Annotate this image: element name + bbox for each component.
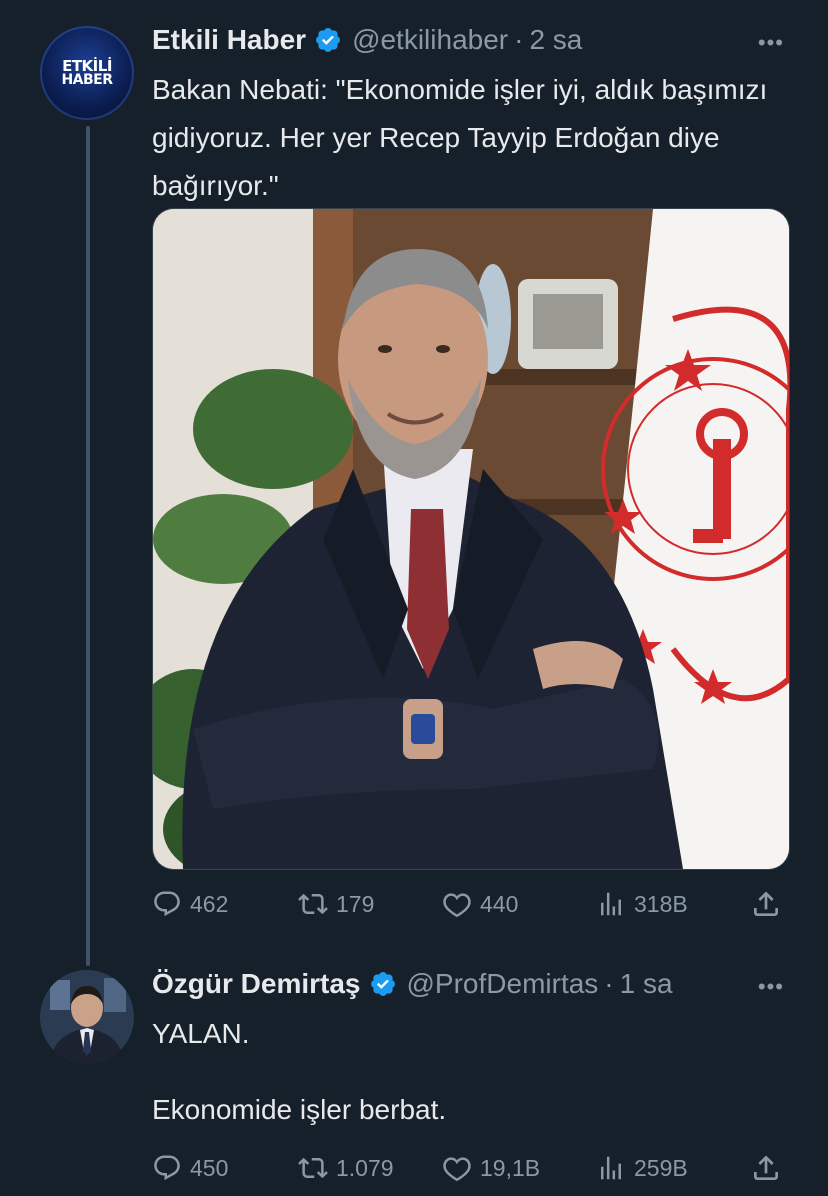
reply-count: 462: [190, 890, 229, 917]
reply-button[interactable]: 462: [152, 884, 228, 924]
views-button[interactable]: 259B: [596, 1148, 688, 1188]
verified-badge-icon: [370, 972, 395, 996]
avatar-photo: [40, 970, 134, 1064]
tweet-header: Etkili Haber @etkilihaber · 2 sa: [152, 24, 582, 56]
separator-dot: ·: [514, 24, 524, 55]
tweet-actions: 462 179 440 318B: [152, 884, 792, 924]
retweet-icon: [298, 1157, 328, 1179]
like-button[interactable]: 19,1B: [442, 1148, 540, 1188]
tweet-photo[interactable]: [152, 208, 790, 870]
views-button[interactable]: 318B: [596, 884, 688, 924]
like-icon: [443, 1157, 471, 1182]
retweet-button[interactable]: 179: [298, 884, 374, 924]
like-icon: [443, 893, 471, 918]
tweet-actions: 450 1.079 19,1B 259B: [152, 1148, 792, 1188]
author-handle[interactable]: @ProfDemirtas: [407, 968, 599, 1000]
separator-dot: ·: [604, 968, 614, 999]
avatar-etkili-haber[interactable]: ETKİLİ HABER: [40, 26, 134, 120]
reply-icon: [154, 891, 180, 917]
author-handle[interactable]: @etkilihaber: [352, 24, 508, 56]
share-button[interactable]: [750, 884, 790, 924]
views-icon: [601, 892, 621, 916]
tweet-text-line1: YALAN.: [152, 1018, 250, 1049]
tweet-time[interactable]: 2 sa: [529, 24, 582, 56]
views-icon: [601, 1156, 621, 1180]
avatar-ozgur-demirtas[interactable]: [40, 970, 134, 1064]
reply-icon: [154, 1155, 180, 1181]
share-button[interactable]: [750, 1148, 790, 1188]
tweet-time[interactable]: 1 sa: [620, 968, 673, 1000]
like-button[interactable]: 440: [442, 884, 518, 924]
like-count: 19,1B: [480, 1154, 541, 1181]
retweet-count: 179: [336, 890, 375, 917]
share-icon: [754, 1155, 778, 1180]
reply-count: 450: [190, 1154, 229, 1181]
more-icon[interactable]: •••: [758, 974, 784, 1000]
verified-badge-icon: [316, 28, 341, 52]
avatar-logo-bottom: HABER: [61, 72, 113, 88]
view-count: 259B: [634, 1154, 688, 1181]
retweet-count: 1.079: [336, 1154, 394, 1181]
author-name[interactable]: Özgür Demirtaş: [152, 968, 361, 1000]
avatar-logo-top: ETKİLİ: [62, 57, 112, 75]
more-icon[interactable]: •••: [758, 30, 784, 56]
tweet-text-line2: Ekonomide işler berbat.: [152, 1094, 447, 1125]
retweet-button[interactable]: 1.079: [298, 1148, 394, 1188]
view-count: 318B: [634, 890, 688, 917]
tweet-text: Bakan Nebati: "Ekonomide işler iyi, aldı…: [152, 74, 768, 201]
author-name[interactable]: Etkili Haber: [152, 24, 306, 56]
photo-of-man-in-suit-with-flag: [153, 209, 789, 869]
tweet-header: Özgür Demirtaş @ProfDemirtas · 1 sa: [152, 968, 673, 1000]
share-icon: [754, 891, 778, 916]
retweet-icon: [298, 893, 328, 915]
reply-button[interactable]: 450: [152, 1148, 228, 1188]
like-count: 440: [480, 890, 519, 917]
